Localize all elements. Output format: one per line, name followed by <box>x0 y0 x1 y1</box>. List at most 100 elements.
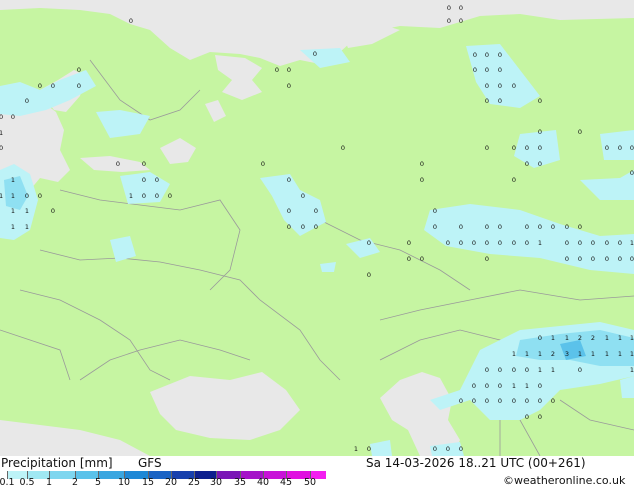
svg-text:2: 2 <box>591 334 595 342</box>
colorbar-tick-label: 20 <box>164 477 178 488</box>
svg-text:1: 1 <box>565 334 569 342</box>
svg-text:0: 0 <box>485 366 489 374</box>
colorbar-tick-label: 1 <box>45 477 53 488</box>
svg-text:1: 1 <box>11 176 15 184</box>
svg-text:1: 1 <box>551 366 555 374</box>
svg-text:1: 1 <box>618 334 622 342</box>
svg-text:0: 0 <box>565 255 569 263</box>
svg-text:0: 0 <box>525 397 529 405</box>
svg-text:0: 0 <box>420 160 424 168</box>
svg-text:0: 0 <box>116 160 120 168</box>
colorbar-tick-label: 10 <box>117 477 131 488</box>
svg-text:0: 0 <box>433 207 437 215</box>
svg-text:0: 0 <box>51 207 55 215</box>
svg-text:0: 0 <box>459 397 463 405</box>
svg-text:0: 0 <box>485 51 489 59</box>
svg-text:0: 0 <box>433 223 437 231</box>
svg-text:0: 0 <box>578 239 582 247</box>
colorbar-tick-label: 0.1 <box>0 477 15 488</box>
svg-text:0: 0 <box>498 397 502 405</box>
svg-text:2: 2 <box>578 334 582 342</box>
svg-text:0: 0 <box>630 144 634 152</box>
svg-text:0: 0 <box>485 97 489 105</box>
svg-text:0: 0 <box>129 17 133 25</box>
svg-text:0: 0 <box>51 82 55 90</box>
svg-text:0: 0 <box>38 82 42 90</box>
svg-text:0: 0 <box>485 382 489 390</box>
svg-text:1: 1 <box>578 350 582 358</box>
svg-text:0: 0 <box>498 51 502 59</box>
svg-text:0: 0 <box>142 160 146 168</box>
svg-text:0: 0 <box>618 239 622 247</box>
svg-text:0: 0 <box>538 144 542 152</box>
svg-text:1: 1 <box>512 382 516 390</box>
svg-text:0: 0 <box>538 223 542 231</box>
svg-text:0: 0 <box>605 144 609 152</box>
svg-text:1: 1 <box>538 350 542 358</box>
svg-text:0: 0 <box>538 97 542 105</box>
svg-text:0: 0 <box>287 82 291 90</box>
colorbar-tick-label: 25 <box>187 477 201 488</box>
svg-text:2: 2 <box>551 350 555 358</box>
svg-text:0: 0 <box>565 239 569 247</box>
svg-text:0: 0 <box>420 255 424 263</box>
colorbar-tick-label: 15 <box>141 477 155 488</box>
colorbar-tick-label: 35 <box>233 477 247 488</box>
svg-text:0: 0 <box>0 144 3 152</box>
svg-text:0: 0 <box>591 255 595 263</box>
svg-text:0: 0 <box>498 97 502 105</box>
svg-text:1: 1 <box>605 350 609 358</box>
svg-text:0: 0 <box>605 255 609 263</box>
svg-text:0: 0 <box>485 66 489 74</box>
svg-text:0: 0 <box>447 4 451 12</box>
svg-text:0: 0 <box>473 51 477 59</box>
svg-text:0: 0 <box>25 97 29 105</box>
svg-text:0: 0 <box>512 366 516 374</box>
svg-text:0: 0 <box>512 144 516 152</box>
legend-bar: Precipitation [mm] GFS Sa 14-03-2026 18.… <box>0 456 634 490</box>
colorbar-tick-label: 50 <box>303 477 317 488</box>
svg-text:0: 0 <box>287 207 291 215</box>
svg-text:1: 1 <box>512 350 516 358</box>
svg-text:0: 0 <box>314 223 318 231</box>
svg-text:0: 0 <box>525 366 529 374</box>
svg-text:0: 0 <box>525 144 529 152</box>
svg-text:0: 0 <box>77 82 81 90</box>
svg-text:0: 0 <box>447 17 451 25</box>
svg-text:0: 0 <box>367 271 371 279</box>
svg-text:0: 0 <box>551 397 555 405</box>
svg-text:0: 0 <box>472 239 476 247</box>
svg-text:0: 0 <box>512 239 516 247</box>
svg-text:0: 0 <box>313 50 317 58</box>
svg-text:1: 1 <box>25 223 29 231</box>
svg-text:0: 0 <box>485 82 489 90</box>
valid-time-label: Sa 14-03-2026 18..21 UTC (00+261) <box>366 456 586 470</box>
svg-text:0: 0 <box>591 239 595 247</box>
svg-text:0: 0 <box>446 445 450 453</box>
svg-text:0: 0 <box>512 397 516 405</box>
svg-text:1: 1 <box>630 239 634 247</box>
svg-text:1: 1 <box>11 223 15 231</box>
svg-text:1: 1 <box>0 129 3 137</box>
svg-text:0: 0 <box>578 223 582 231</box>
svg-text:0: 0 <box>618 255 622 263</box>
svg-text:1: 1 <box>630 334 634 342</box>
svg-text:0: 0 <box>367 239 371 247</box>
svg-text:0: 0 <box>459 4 463 12</box>
precipitation-map: 0 0 0 0 0 0 0 0 0 0 0 0 0 0 0 0 0 0 0 0 0 0 0 0 0 0 0… <box>0 0 634 457</box>
svg-text:0: 0 <box>498 223 502 231</box>
svg-text:0: 0 <box>459 223 463 231</box>
svg-text:0: 0 <box>618 144 622 152</box>
svg-text:0: 0 <box>538 334 542 342</box>
colorbar-tick-label: 30 <box>209 477 223 488</box>
svg-text:0: 0 <box>77 66 81 74</box>
svg-text:0: 0 <box>578 255 582 263</box>
colorbar-tick-label: 45 <box>279 477 293 488</box>
svg-text:0: 0 <box>155 192 159 200</box>
svg-text:0: 0 <box>485 223 489 231</box>
svg-text:0: 0 <box>512 82 516 90</box>
map-canvas: 0 0 0 0 0 0 0 0 0 0 0 0 0 0 0 0 0 0 0 0 0 0 0 0 0 0 0… <box>0 0 634 457</box>
svg-text:0: 0 <box>630 169 634 177</box>
svg-text:0: 0 <box>473 66 477 74</box>
svg-text:0: 0 <box>485 255 489 263</box>
